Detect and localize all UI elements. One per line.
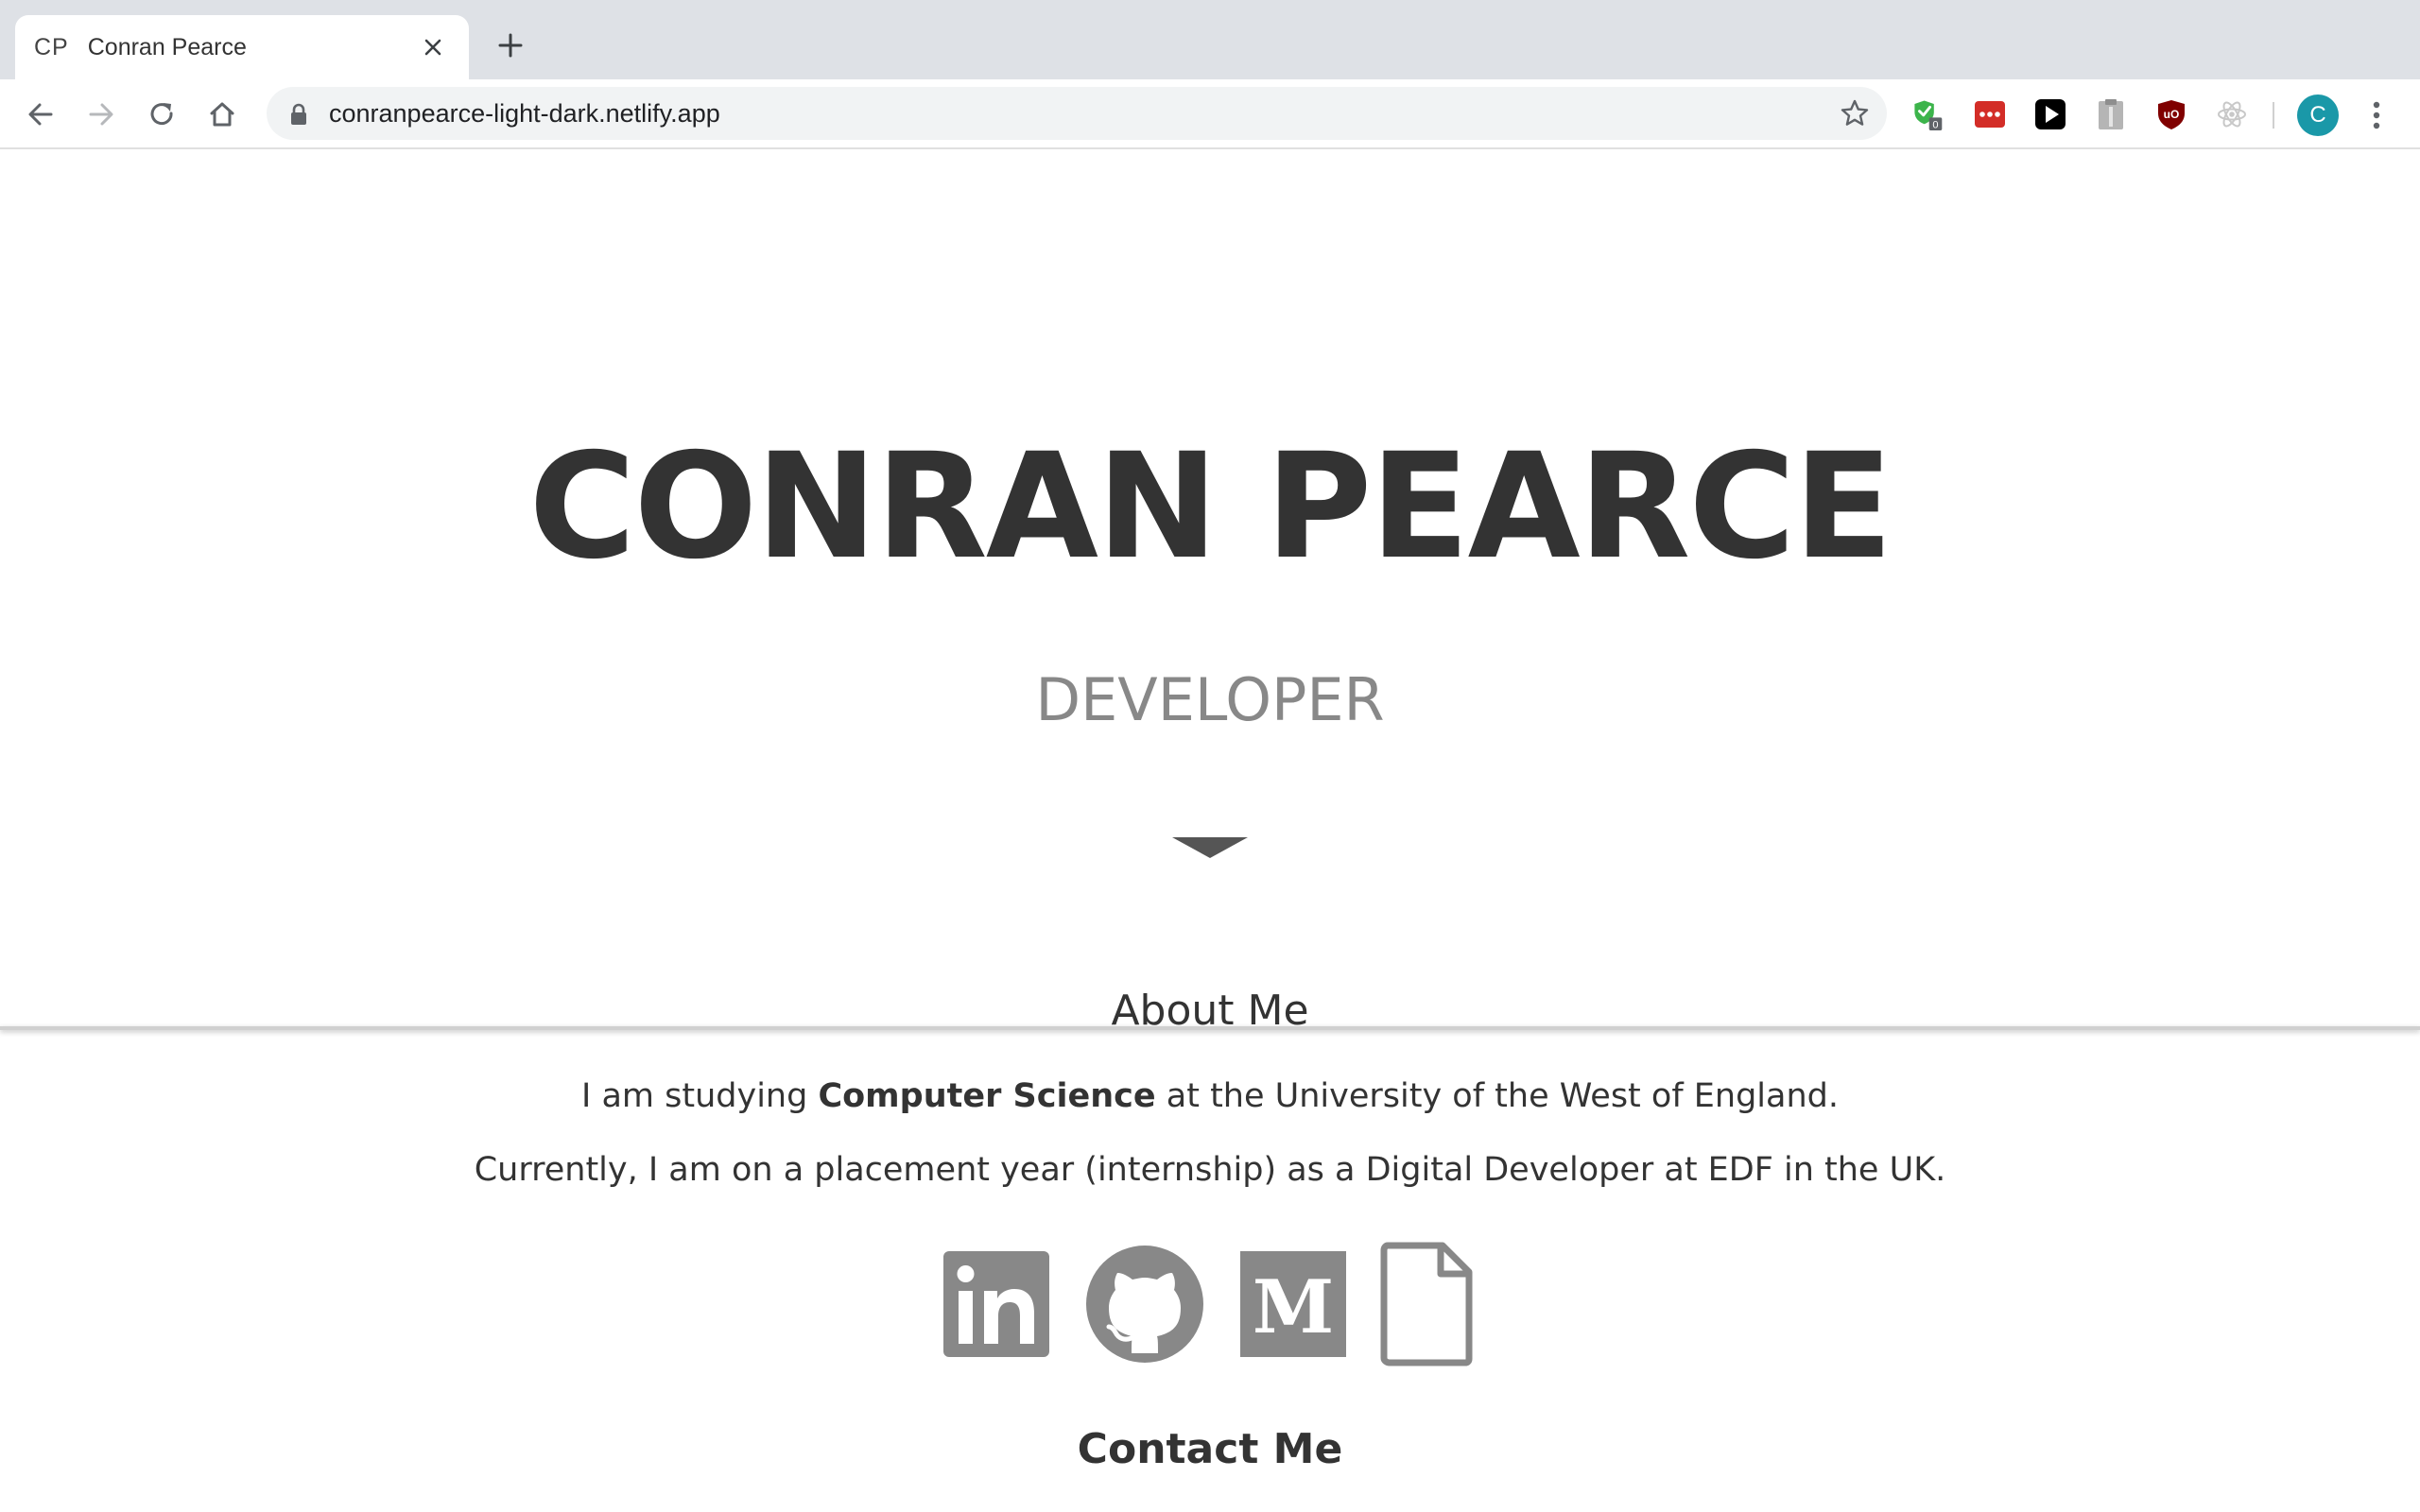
about-heading: About Me	[1111, 987, 1309, 1035]
scroll-down-arrow-icon[interactable]	[1172, 837, 1248, 862]
home-icon[interactable]	[200, 93, 244, 136]
social-links: M	[942, 1242, 1480, 1366]
clipboard-extension-icon[interactable]	[2095, 98, 2127, 130]
hero-name: CONRAN PEARCE	[528, 422, 1893, 592]
medium-icon[interactable]: M	[1238, 1242, 1348, 1366]
about-text-rest: at the University of the West of England…	[1155, 1077, 1839, 1115]
browser-toolbar: conranpearce-light-dark.netlify.app 0 uO…	[0, 79, 2420, 149]
toolbar-divider	[2273, 102, 2274, 129]
about-text-line-1: I am studying Computer Science at the Un…	[0, 1077, 2420, 1115]
profile-avatar[interactable]: C	[2297, 94, 2339, 136]
tab-title: Conran Pearce	[87, 33, 247, 60]
document-icon[interactable]	[1378, 1242, 1477, 1366]
back-arrow-icon[interactable]	[19, 93, 62, 136]
close-icon[interactable]	[416, 30, 450, 64]
about-text-line-2: Currently, I am on a placement year (int…	[474, 1151, 1946, 1189]
new-tab-plus-icon[interactable]	[492, 26, 529, 64]
adguard-extension-icon[interactable]: 0	[1911, 98, 1944, 130]
address-bar[interactable]: conranpearce-light-dark.netlify.app	[267, 87, 1887, 140]
play-extension-icon[interactable]	[2034, 98, 2066, 130]
lastpass-extension-icon[interactable]	[1974, 98, 2006, 130]
ublock-extension-icon[interactable]: uO	[2155, 98, 2187, 130]
url-text[interactable]: conranpearce-light-dark.netlify.app	[329, 99, 720, 129]
bookmark-star-icon[interactable]	[1840, 98, 1870, 132]
lock-icon[interactable]	[289, 103, 308, 129]
about-text-intro: I am studying	[581, 1077, 819, 1115]
linkedin-icon[interactable]	[942, 1242, 1051, 1366]
hero-role: DEVELOPER	[1035, 665, 1385, 734]
tab-strip: CP Conran Pearce	[0, 0, 2420, 79]
medium-letter: M	[1253, 1264, 1334, 1350]
contact-heading: Contact Me	[1077, 1425, 1343, 1473]
hero-section: CONRAN PEARCE DEVELOPER	[0, 151, 2420, 1030]
github-icon[interactable]	[1083, 1242, 1206, 1366]
tab-favicon: CP	[34, 33, 69, 60]
about-text-emphasis: Computer Science	[818, 1077, 1156, 1115]
svg-text:uO: uO	[2164, 108, 2180, 121]
kebab-menu-icon[interactable]	[2361, 96, 2392, 134]
browser-tab[interactable]: CP Conran Pearce	[15, 15, 469, 79]
forward-arrow-icon[interactable]	[79, 93, 123, 136]
reload-icon[interactable]	[140, 93, 183, 136]
react-devtools-extension-icon[interactable]	[2216, 98, 2248, 130]
adguard-badge: 0	[1932, 119, 1938, 130]
